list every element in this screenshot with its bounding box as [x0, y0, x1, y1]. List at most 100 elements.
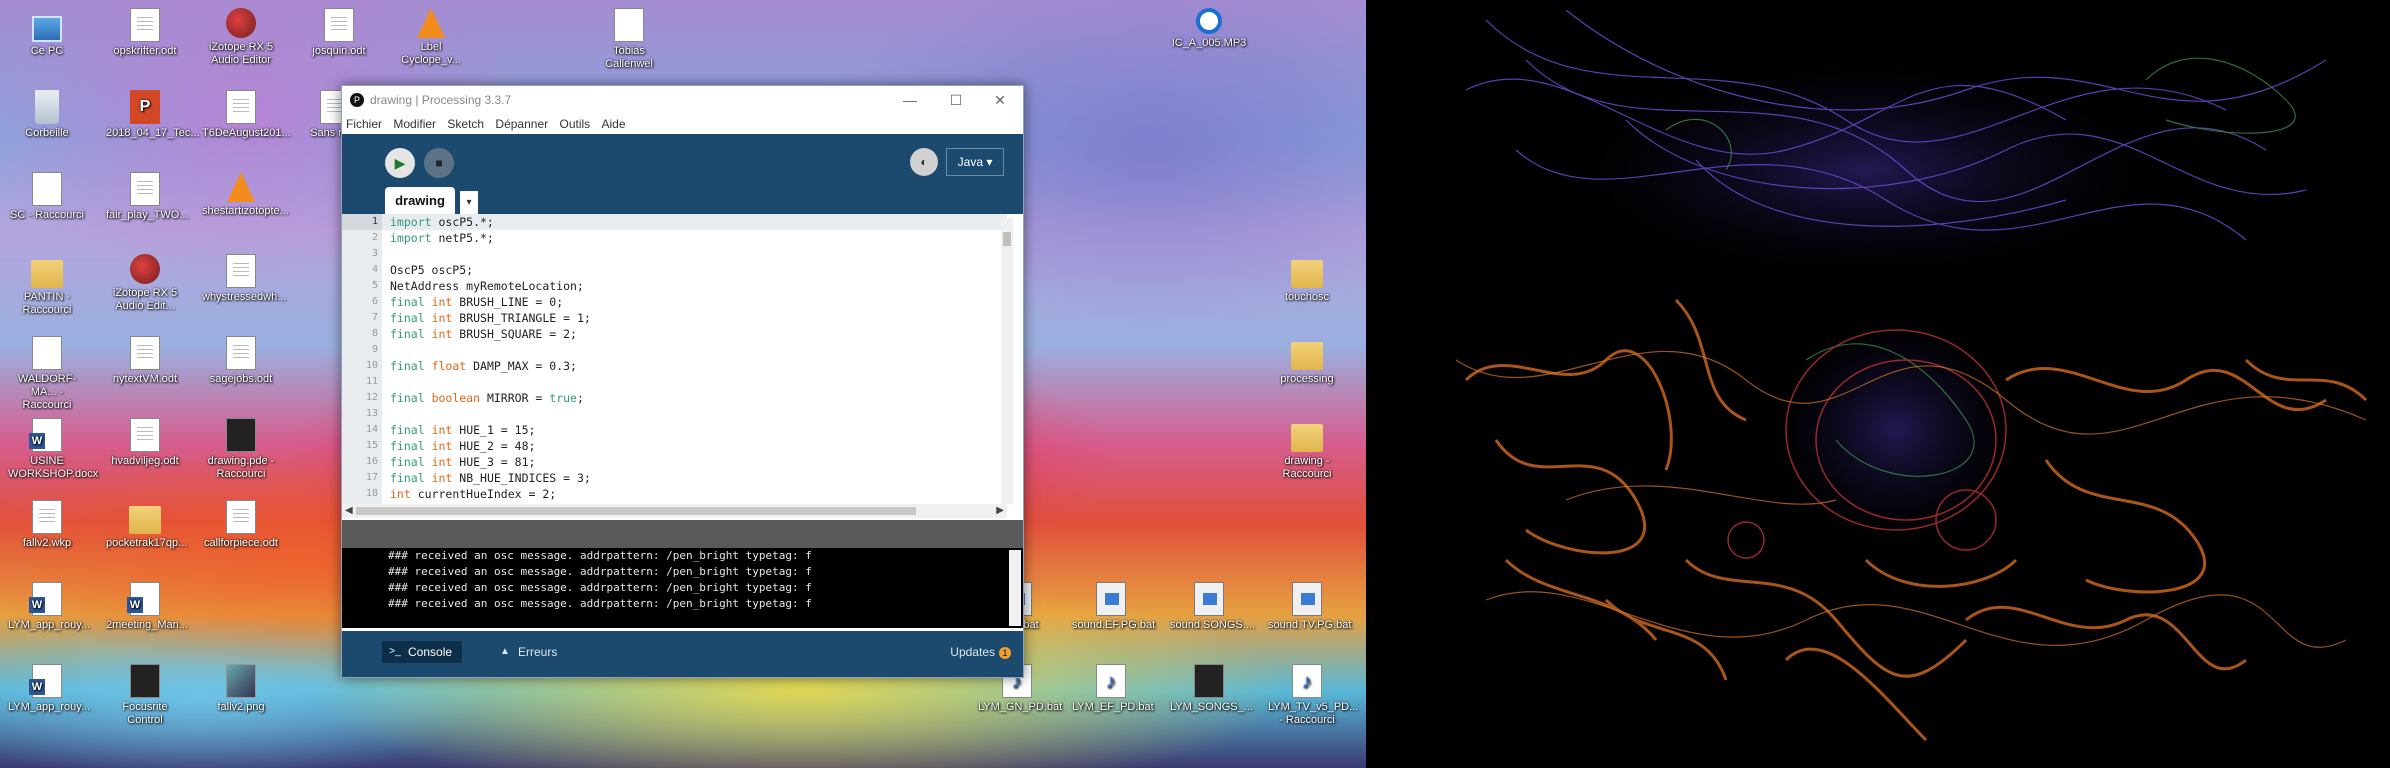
- desktop-icon[interactable]: hvadviljeg.odt: [106, 418, 184, 468]
- updates-button[interactable]: Updates 1: [950, 641, 1011, 663]
- code-line[interactable]: import oscP5.*;: [382, 214, 1007, 230]
- console-scrollbar[interactable]: [1009, 550, 1021, 626]
- desktop-icon[interactable]: USINE WORKSHOP.docx: [8, 418, 98, 481]
- code-editor[interactable]: 1 2 3 4 5 6 7 8 9 10 11 12 13 14 15 16 17 18 import oscP5…: [342, 214, 1023, 520]
- desktop-icon[interactable]: ♪ LYM_EF_PD.bat: [1072, 664, 1154, 714]
- desktop-icon[interactable]: fallv2.png: [202, 664, 280, 714]
- folder-icon: [1291, 424, 1323, 452]
- desktop-icon[interactable]: WALDORF-MA... - Raccourci: [8, 336, 86, 412]
- menu-aide[interactable]: Aide: [602, 114, 626, 134]
- minimize-button[interactable]: —: [887, 86, 933, 114]
- code-line[interactable]: import netP5.*;: [382, 230, 1007, 246]
- code-line[interactable]: [382, 374, 1007, 390]
- desktop-icon[interactable]: sound.TV.PG.bat: [1268, 582, 1351, 632]
- horizontal-scrollbar[interactable]: ◀ ▶: [342, 504, 1007, 518]
- desktop-icon[interactable]: PANTIN - Raccourci: [8, 254, 86, 317]
- dark-icon: [1194, 664, 1224, 698]
- desktop-icon[interactable]: sagejobs.odt: [202, 336, 280, 386]
- processing-icon: P: [350, 93, 364, 107]
- desktop-icon[interactable]: opskrifter.odt: [106, 8, 184, 58]
- desktop-icon[interactable]: josquin.odt: [300, 8, 378, 58]
- doc-icon: [226, 500, 256, 534]
- run-button[interactable]: ▶: [385, 148, 415, 178]
- desktop-icon[interactable]: callforpiece.odt: [202, 500, 280, 550]
- desktop-icon[interactable]: Focusrite Control: [106, 664, 184, 727]
- desktop-icon[interactable]: P 2018_04_17_Tec...: [106, 90, 200, 140]
- desktop-icon[interactable]: pocketrak17qp...: [106, 500, 187, 550]
- desktop-icon[interactable]: LYM_SONGS_...: [1170, 664, 1253, 714]
- code-line[interactable]: [382, 342, 1007, 358]
- menu-depanner[interactable]: Dépanner: [495, 114, 548, 134]
- menu-outils[interactable]: Outils: [559, 114, 590, 134]
- tab-menu-button[interactable]: ▾: [460, 191, 478, 214]
- code-line[interactable]: [382, 246, 1007, 262]
- desktop-icon[interactable]: LYM_app_rouy...: [8, 582, 90, 632]
- desktop-icon[interactable]: iZotope RX 5 Audio Edit...: [106, 254, 184, 313]
- doc-icon: [324, 8, 354, 42]
- desktop-icon[interactable]: sound.SONGS....: [1170, 582, 1255, 632]
- code-line[interactable]: final int NB_HUE_INDICES = 3;: [382, 470, 1007, 486]
- desktop-icon-label: LYM_app_rouy...: [8, 701, 91, 713]
- console-line: ### received an osc message. addrpattern…: [388, 597, 812, 610]
- desktop-icon[interactable]: drawing - Raccourci: [1268, 418, 1346, 481]
- desktop-icon[interactable]: iZotope RX 5 Audio Editor: [202, 8, 280, 67]
- desktop-icon[interactable]: shestartizotopte...: [202, 172, 289, 218]
- desktop-icon-label: LYM_GN_PD.bat: [978, 701, 1063, 713]
- code-line[interactable]: [382, 406, 1007, 422]
- stop-button[interactable]: ■: [424, 148, 454, 178]
- desktop-icon[interactable]: ♪ LYM_TV_v5_PD... - Raccourci: [1268, 664, 1358, 727]
- code-line[interactable]: final int HUE_3 = 81;: [382, 454, 1007, 470]
- code-line[interactable]: int currentHueIndex = 2;: [382, 486, 1007, 502]
- desktop-icon[interactable]: IC_A_005.MP3: [1170, 8, 1248, 50]
- sketch-output-canvas[interactable]: [1366, 0, 2390, 768]
- code-line[interactable]: OscP5 oscP5;: [382, 262, 1007, 278]
- desktop-icon[interactable]: sound.EF.PG.bat: [1072, 582, 1155, 632]
- desktop-icon[interactable]: touchosc: [1268, 254, 1346, 304]
- maximize-button[interactable]: ☐: [933, 86, 979, 114]
- code-line[interactable]: final int BRUSH_LINE = 0;: [382, 294, 1007, 310]
- link-icon: [614, 8, 644, 42]
- desktop-icon[interactable]: Lbel Cyclope_v...: [392, 8, 470, 67]
- desktop-icon[interactable]: whystressedwh...: [202, 254, 286, 304]
- desktop-icon[interactable]: Corbeille: [8, 90, 86, 140]
- desktop-icon[interactable]: fair_play_TWO...: [106, 172, 189, 222]
- code-line[interactable]: final boolean MIRROR = true;: [382, 390, 1007, 406]
- code-line[interactable]: final float DAMP_MAX = 0.3;: [382, 358, 1007, 374]
- desktop-icon[interactable]: nytextVM.odt: [106, 336, 184, 386]
- sketch-drawing: [1455, 9, 2368, 742]
- mode-select[interactable]: Java ▾: [946, 148, 1004, 176]
- target-icon: [1196, 8, 1222, 34]
- desktop-icon[interactable]: SC - Raccourci: [8, 172, 86, 222]
- desktop-icon[interactable]: processing: [1268, 336, 1346, 386]
- debug-button[interactable]: ◐: [910, 148, 938, 176]
- code-area[interactable]: import oscP5.*; import netP5.*; OscP5 oscP…: [382, 214, 1007, 504]
- tab-console[interactable]: >_ Console: [382, 641, 463, 663]
- desktop-icon[interactable]: Tobias Callenwel: [590, 8, 668, 71]
- scroll-left-icon[interactable]: ◀: [345, 504, 353, 518]
- updates-label: Updates: [950, 645, 995, 659]
- close-button[interactable]: ✕: [977, 86, 1023, 114]
- menu-modifier[interactable]: Modifier: [393, 114, 436, 134]
- vertical-scrollbar[interactable]: [1001, 218, 1013, 504]
- doc-icon: [32, 500, 62, 534]
- scroll-right-icon[interactable]: ▶: [996, 504, 1004, 518]
- desktop-icon[interactable]: 2meeting_Man...: [106, 582, 188, 632]
- code-line[interactable]: final int HUE_1 = 15;: [382, 422, 1007, 438]
- console-line: ### received an osc message. addrpattern…: [388, 581, 812, 594]
- console-output[interactable]: ### received an osc message. addrpattern…: [342, 548, 1023, 628]
- tab-errors[interactable]: ▲ Erreurs: [492, 641, 567, 663]
- tab-drawing[interactable]: drawing: [385, 187, 455, 214]
- dark-icon: [226, 418, 256, 452]
- code-line[interactable]: final int BRUSH_TRIANGLE = 1;: [382, 310, 1007, 326]
- desktop-icon[interactable]: LYM_app_rouy...: [8, 664, 90, 714]
- menu-fichier[interactable]: Fichier: [346, 114, 382, 134]
- desktop-icon[interactable]: fallv2.wkp: [8, 500, 86, 550]
- desktop-icon[interactable]: T6DeAugust201...: [202, 90, 291, 140]
- desktop-icon[interactable]: drawing.pde - Raccourci: [202, 418, 280, 481]
- code-line[interactable]: NetAddress myRemoteLocation;: [382, 278, 1007, 294]
- desktop-icon[interactable]: Ce PC: [8, 8, 86, 58]
- title-bar[interactable]: P drawing | Processing 3.3.7 — ☐ ✕: [342, 86, 1023, 114]
- menu-sketch[interactable]: Sketch: [447, 114, 484, 134]
- code-line[interactable]: final int HUE_2 = 48;: [382, 438, 1007, 454]
- code-line[interactable]: final int BRUSH_SQUARE = 2;: [382, 326, 1007, 342]
